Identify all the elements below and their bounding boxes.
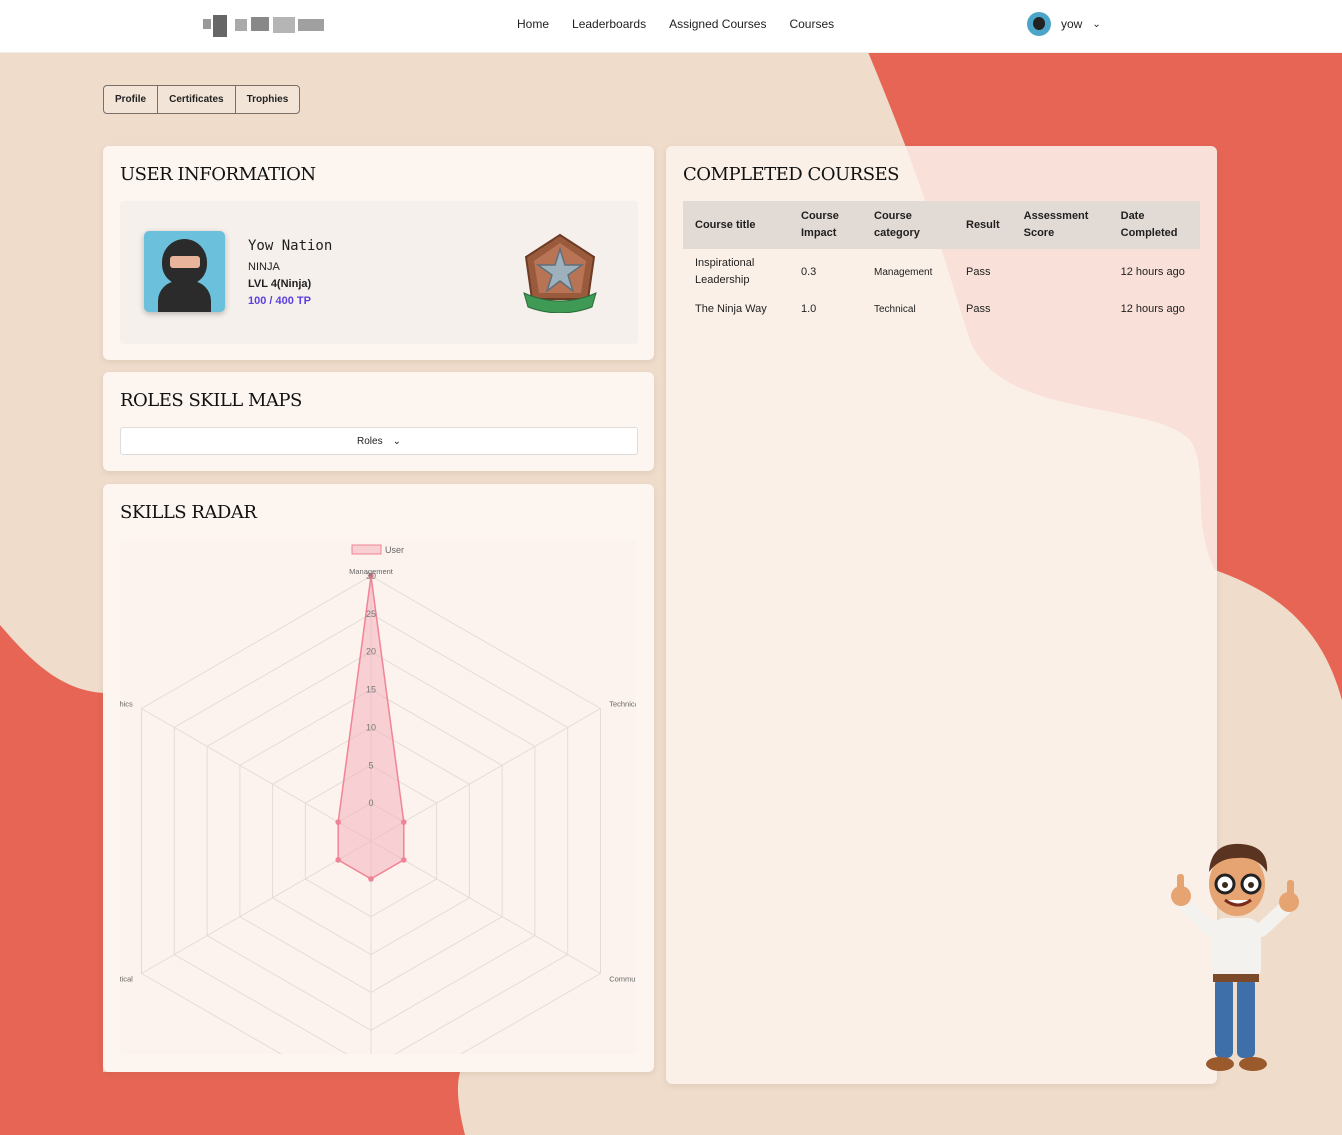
tab-trophies[interactable]: Trophies: [236, 86, 300, 113]
radar-legend-label: User: [385, 545, 404, 555]
completed-courses-title: COMPLETED COURSES: [683, 164, 900, 185]
column-date-completed: Date Completed: [1120, 210, 1178, 239]
radar-svg: 051015202530ManagementTechnicalCommunica…: [120, 544, 636, 1054]
radar-tick-label: 25: [366, 609, 376, 619]
user-summary: Yow Nation NINJA LVL 4(Ninja) 100 / 400 …: [120, 201, 638, 344]
radar-legend-swatch: [351, 544, 382, 555]
date-completed-cell: 12 hours ago: [1120, 265, 1185, 278]
user-menu[interactable]: yow ⌄: [1027, 12, 1101, 36]
user-level: LVL 4(Ninja): [248, 278, 312, 290]
course-category-cell: Management: [874, 266, 933, 278]
profile-tabs: Profile Certificates Trophies: [103, 85, 301, 114]
roles-dropdown[interactable]: Roles ⌄: [120, 427, 638, 455]
table-row[interactable]: The Ninja Way 1.0 Technical Pass 12 hour…: [683, 295, 1200, 324]
skills-radar-card: SKILLS RADAR 0 5 10 15 20 25 30 Management Techn…: [103, 484, 654, 1072]
user-tp: 100 / 400 TP: [248, 295, 311, 307]
radar-data-point: [401, 819, 407, 825]
radar-tick-label: 15: [366, 685, 376, 695]
nav-courses[interactable]: Courses: [789, 17, 834, 31]
radar-axis-label: Communication: [609, 975, 636, 984]
radar-tick-label: 5: [368, 760, 373, 770]
user-full-name: Yow Nation: [248, 238, 333, 254]
radar-axis-label: Technical: [609, 700, 636, 709]
tab-profile[interactable]: Profile: [104, 86, 159, 113]
completed-courses-card: COMPLETED COURSES Course title Course Im…: [666, 146, 1217, 1084]
column-result: Result: [966, 218, 1000, 231]
nav-leaderboards[interactable]: Leaderboards: [572, 17, 646, 31]
skills-radar-title: SKILLS RADAR: [120, 502, 257, 523]
tab-certificates[interactable]: Certificates: [158, 86, 236, 113]
assessment-score-cell: [1012, 249, 1109, 295]
radar-tick-label: 10: [366, 722, 376, 732]
user-information-card: USER INFORMATION Yow Nation NINJA LVL 4(…: [103, 146, 654, 360]
roles-skill-maps-card: ROLES SKILL MAPS Roles ⌄: [103, 372, 654, 471]
table-header-row: Course title Course Impact Course catego…: [683, 201, 1200, 249]
course-title-cell: Inspirational Leadership: [695, 257, 755, 286]
top-navbar: Home Leaderboards Assigned Courses Cours…: [0, 0, 1342, 53]
date-completed-cell: 12 hours ago: [1120, 303, 1185, 315]
logo[interactable]: [203, 13, 325, 39]
chevron-down-icon: ⌄: [1092, 18, 1101, 30]
result-cell: Pass: [966, 303, 991, 315]
course-impact-cell: 0.3: [801, 265, 817, 278]
radar-axis-label: Work Ethics: [120, 700, 133, 709]
radar-data-point: [401, 857, 407, 863]
chevron-down-icon: ⌄: [392, 435, 401, 447]
mascot-illustration: [1171, 843, 1299, 1071]
column-course-category: Course category: [874, 210, 920, 239]
radar-data-point: [335, 857, 341, 863]
radar-data-point: [368, 876, 374, 882]
course-title-cell: The Ninja Way: [695, 303, 767, 315]
avatar: [1027, 12, 1051, 36]
roles-skill-maps-title: ROLES SKILL MAPS: [120, 390, 302, 411]
radar-tick-label: 20: [366, 647, 376, 657]
skills-radar-chart: 051015202530ManagementTechnicalCommunica…: [120, 539, 636, 1054]
completed-courses-table: Course title Course Impact Course catego…: [683, 201, 1200, 324]
main-nav: Home Leaderboards Assigned Courses Cours…: [517, 17, 834, 31]
course-impact-cell: 1.0: [801, 303, 817, 315]
result-cell: Pass: [966, 265, 991, 278]
column-course-impact: Course Impact: [801, 210, 839, 239]
roles-dropdown-value: Roles: [357, 435, 383, 447]
column-assessment-score: Assessment Score: [1023, 210, 1089, 239]
assessment-score-cell: [1012, 295, 1109, 324]
nav-home[interactable]: Home: [517, 17, 549, 31]
user-avatar: [144, 231, 225, 312]
user-role: NINJA: [248, 261, 280, 273]
radar-data-point: [335, 819, 341, 825]
radar-axis-label: Analytical: [120, 975, 133, 984]
radar-tick-label: 0: [368, 798, 373, 808]
course-category-cell: Technical: [874, 304, 916, 315]
table-row[interactable]: Inspirational Leadership 0.3 Management …: [683, 249, 1200, 295]
user-information-title: USER INFORMATION: [120, 164, 316, 185]
radar-axis-label: Management: [349, 567, 394, 576]
user-name: yow: [1061, 17, 1083, 31]
rank-badge-icon: [523, 233, 597, 313]
column-course-title: Course title: [695, 218, 756, 231]
nav-assigned-courses[interactable]: Assigned Courses: [669, 17, 766, 31]
